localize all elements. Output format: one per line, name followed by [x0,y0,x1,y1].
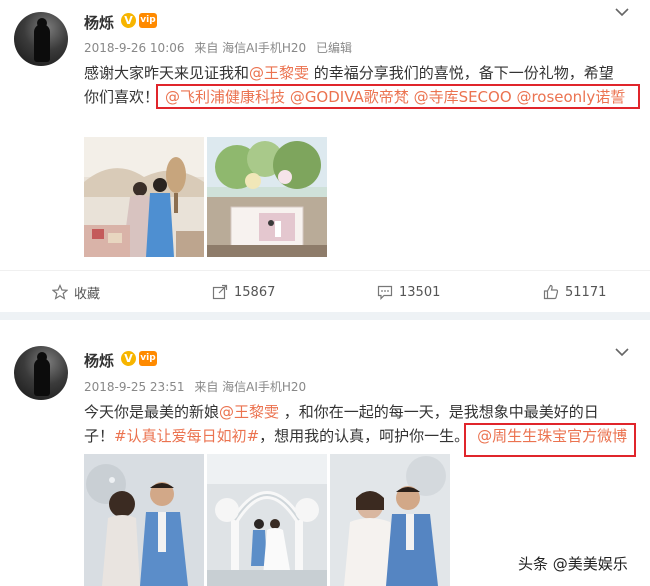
text-segment: ，和你在一起的每一天，是我想象中最美好的日 [279,403,599,421]
mention-link[interactable]: @王黎雯 [219,403,279,421]
username[interactable]: 杨烁 [84,350,114,371]
post-source: 来自 海信AI手机H20 [194,380,307,394]
photo-thumbnail[interactable] [330,454,450,586]
repost-button[interactable]: 15867 [212,271,275,313]
favorite-button[interactable]: 收藏 [52,271,100,313]
post-meta: 2018-9-26 10:06 来自 海信AI手机H20 已编辑 [84,39,358,56]
avatar[interactable] [14,12,68,66]
photo-thumbnail[interactable] [84,454,204,586]
vip-badge-icon: vip [139,351,157,366]
highlight-box [464,423,636,457]
text-segment: 的幸福分享我们的喜悦，备下一份礼物，希望 [309,64,614,82]
highlight-box [156,84,640,109]
favorite-label: 收藏 [74,286,101,302]
avatar[interactable] [14,346,68,400]
comment-count: 13501 [399,284,441,300]
post-source: 来自 海信AI手机H20 [194,41,307,55]
comment-icon [377,285,393,300]
vip-badge-icon: vip [139,13,157,28]
like-button[interactable]: 51171 [543,271,606,313]
star-icon [52,284,68,300]
repost-count: 15867 [234,284,276,300]
photo-thumbnail[interactable] [84,137,204,257]
text-segment: ，想用我的认真，呵护你一生。 [259,427,470,445]
watermark: 头条 @美美娱乐 [512,550,636,576]
photo-thumbnail[interactable] [207,454,327,586]
mention-link[interactable]: @王黎雯 [249,64,309,82]
chevron-down-icon[interactable] [614,6,630,18]
weibo-post-1: 杨烁 V vip 2018-9-26 10:06 来自 海信AI手机H20 已编… [0,0,650,312]
hashtag-link[interactable]: #认真让爱每日如初# [114,427,259,445]
text-segment: 你们喜欢！ [84,88,160,106]
post-date[interactable]: 2018-9-25 23:51 [84,380,185,394]
text-segment: 今天你是最美的新娘 [84,403,220,421]
post-meta: 2018-9-25 23:51 来自 海信AI手机H20 [84,378,312,395]
verified-badge-icon: V [121,13,136,28]
comment-button[interactable]: 13501 [377,271,440,313]
username[interactable]: 杨烁 [84,12,114,33]
post-separator [0,312,650,320]
chevron-down-icon[interactable] [614,346,630,358]
action-bar: 收藏 15867 13501 51171 [0,270,650,312]
thumbs-up-icon [543,284,559,300]
like-count: 51171 [565,284,607,300]
photo-thumbnail[interactable] [207,137,327,257]
text-segment: 感谢大家昨天来见证我和 [84,64,250,82]
text-segment: 子！ [84,427,115,445]
post-date[interactable]: 2018-9-26 10:06 [84,41,185,55]
repost-icon [212,284,228,300]
weibo-post-2: 杨烁 V vip 2018-9-25 23:51 来自 海信AI手机H20 今天… [0,320,650,586]
edited-label: 已编辑 [316,41,353,55]
verified-badge-icon: V [121,351,136,366]
watermark-text: 头条 @美美娱乐 [518,554,628,573]
